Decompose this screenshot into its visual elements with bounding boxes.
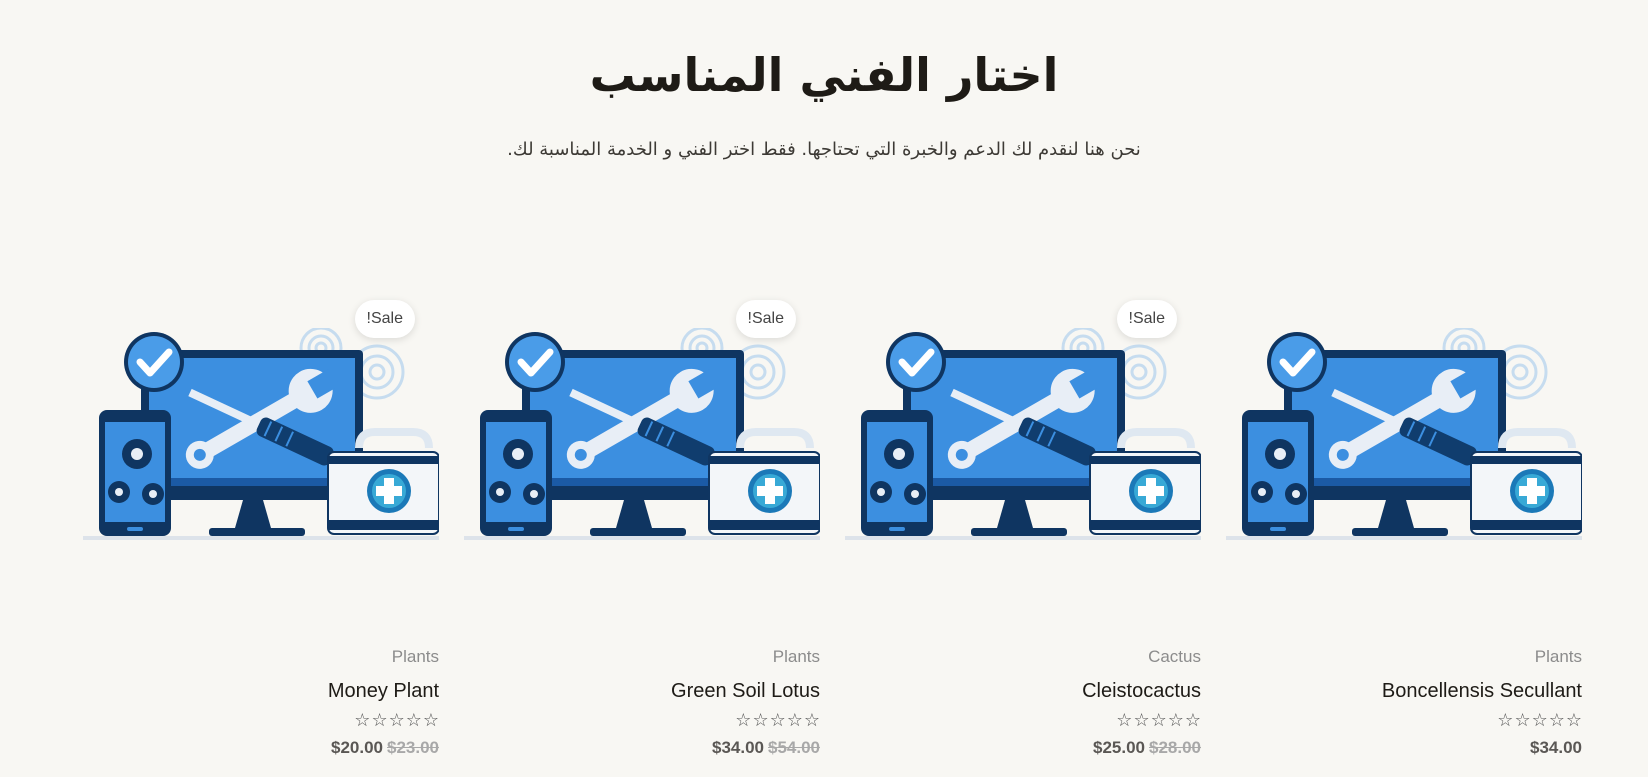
star-icon: ☆ (1184, 710, 1201, 731)
tech-support-illustration-icon (464, 328, 820, 544)
star-icon: ☆ (371, 710, 388, 731)
product-category[interactable]: Plants (773, 647, 820, 667)
star-icon: ☆ (354, 710, 371, 731)
price-current: $34.00 (1530, 738, 1582, 757)
product-title[interactable]: Cleistocactus (1082, 680, 1201, 703)
star-icon: ☆ (1514, 710, 1531, 731)
star-icon: ☆ (388, 710, 405, 731)
price-current: $25.00 (1093, 738, 1145, 757)
product-card[interactable]: !Sale Plants Green Soil Lotus ☆ ☆ ☆ ☆ ☆ … (464, 292, 820, 762)
star-icon: ☆ (422, 710, 439, 731)
product-card[interactable]: Plants Boncellensis Secullant ☆ ☆ ☆ ☆ ☆ … (1226, 292, 1582, 762)
page-subtitle: نحن هنا لنقدم لك الدعم والخبرة التي تحتا… (507, 139, 1141, 160)
product-title[interactable]: Boncellensis Secullant (1382, 680, 1582, 703)
product-image[interactable] (464, 328, 820, 544)
rating-stars: ☆ ☆ ☆ ☆ ☆ (1116, 710, 1201, 732)
star-icon: ☆ (786, 710, 803, 731)
price-old: $54.00 (768, 738, 820, 757)
product-category[interactable]: Plants (392, 647, 439, 667)
product-grid: !Sale Plants Money Plant ☆ ☆ ☆ ☆ ☆ $20.0… (83, 292, 1583, 772)
product-card[interactable]: !Sale Cactus Cleistocactus ☆ ☆ ☆ ☆ ☆ $25… (845, 292, 1201, 762)
star-icon: ☆ (735, 710, 752, 731)
star-icon: ☆ (769, 710, 786, 731)
star-icon: ☆ (1150, 710, 1167, 731)
product-image[interactable] (845, 328, 1201, 544)
product-price: $34.00 (1530, 738, 1582, 758)
price-old: $28.00 (1149, 738, 1201, 757)
product-title[interactable]: Green Soil Lotus (671, 680, 820, 703)
star-icon: ☆ (1531, 710, 1548, 731)
rating-stars: ☆ ☆ ☆ ☆ ☆ (735, 710, 820, 732)
rating-stars: ☆ ☆ ☆ ☆ ☆ (354, 710, 439, 732)
tech-support-illustration-icon (845, 328, 1201, 544)
star-icon: ☆ (1548, 710, 1565, 731)
star-icon: ☆ (1497, 710, 1514, 731)
sale-badge: !Sale (354, 300, 415, 338)
price-current: $20.00 (331, 738, 383, 757)
sale-badge: !Sale (735, 300, 796, 338)
star-icon: ☆ (1116, 710, 1133, 731)
star-icon: ☆ (1167, 710, 1184, 731)
product-title[interactable]: Money Plant (328, 680, 439, 703)
product-image[interactable] (1226, 328, 1582, 544)
star-icon: ☆ (752, 710, 769, 731)
star-icon: ☆ (803, 710, 820, 731)
product-image[interactable] (83, 328, 439, 544)
star-icon: ☆ (1565, 710, 1582, 731)
product-price: $34.00 $54.00 (712, 738, 820, 758)
product-category[interactable]: Plants (1535, 647, 1582, 667)
page-title: اختار الفني المناسب (589, 48, 1059, 102)
product-card[interactable]: !Sale Plants Money Plant ☆ ☆ ☆ ☆ ☆ $20.0… (83, 292, 439, 762)
price-old: $23.00 (387, 738, 439, 757)
price-current: $34.00 (712, 738, 764, 757)
product-price: $20.00 $23.00 (331, 738, 439, 758)
star-icon: ☆ (1133, 710, 1150, 731)
tech-support-illustration-icon (1226, 328, 1582, 544)
sale-badge: !Sale (1116, 300, 1177, 338)
product-price: $25.00 $28.00 (1093, 738, 1201, 758)
rating-stars: ☆ ☆ ☆ ☆ ☆ (1497, 710, 1582, 732)
star-icon: ☆ (405, 710, 422, 731)
tech-support-illustration-icon (83, 328, 439, 544)
product-category[interactable]: Cactus (1148, 647, 1201, 667)
